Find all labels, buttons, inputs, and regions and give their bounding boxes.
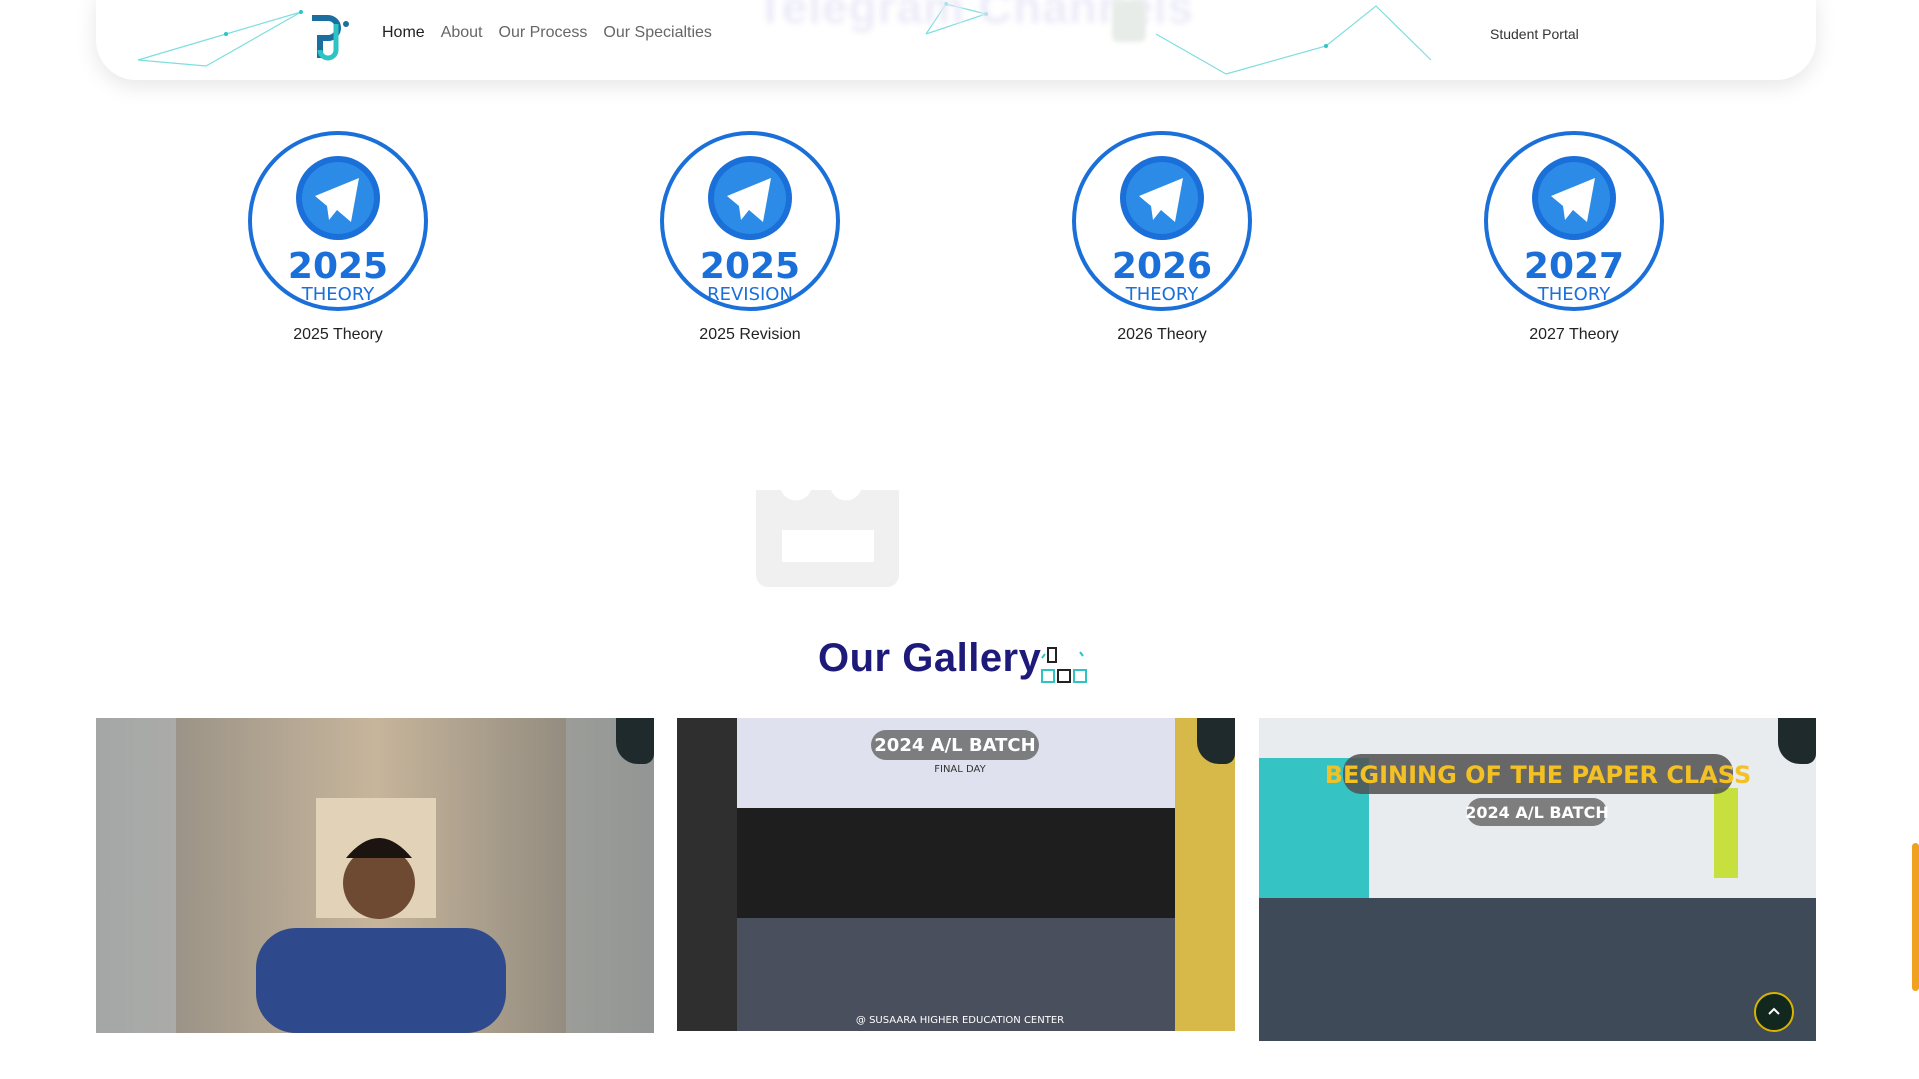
nav-about[interactable]: About (441, 24, 483, 42)
watermark-logo-icon (616, 718, 654, 764)
chevron-up-icon (1768, 1007, 1780, 1015)
channel-caption: 2026 Theory (1117, 326, 1207, 343)
badge-year: 2025 (700, 246, 800, 287)
main-nav: Home About Our Process Our Specialties (382, 24, 712, 42)
nav-our-process[interactable]: Our Process (499, 24, 588, 42)
channel-card-2026-theory[interactable]: 2026 THEORY 2026 Theory (1071, 130, 1253, 344)
batch-photo: 2024 A/L BATCH FINAL DAY @ SUSAARA HIGHE… (677, 718, 1235, 1031)
telegram-badge-icon: 2025 REVISION (660, 131, 840, 311)
badge-type: THEORY (301, 284, 375, 305)
badge-type: REVISION (707, 284, 793, 305)
image-overlay-title: BEGINING OF THE PAPER CLASS (1325, 761, 1752, 789)
faded-graphic (1112, 0, 1146, 42)
student-portal-link[interactable]: Student Portal (1490, 26, 1579, 42)
navbar: Telegram Channels Home About Our Process… (96, 0, 1816, 80)
image-overlay-subtitle: FINAL DAY (934, 764, 986, 775)
gallery-image-batch[interactable]: 2024 A/L BATCH FINAL DAY @ SUSAARA HIGHE… (677, 718, 1235, 1031)
channel-caption: 2025 Revision (699, 326, 801, 343)
badge-year: 2026 (1112, 246, 1212, 287)
gallery-decoration-icon (1041, 647, 1087, 683)
telegram-badge-icon: 2026 THEORY (1072, 131, 1252, 311)
gallery-title: Our Gallery (818, 636, 1042, 680)
doctor-photo (96, 718, 654, 1033)
gallery-image-doctor[interactable] (96, 718, 654, 1033)
scroll-to-top-button[interactable] (1754, 992, 1794, 1032)
channel-card-2025-theory[interactable]: 2025 THEORY 2025 Theory (247, 130, 429, 344)
classroom-photo: BEGINING OF THE PAPER CLASS 2024 A/L BAT… (1259, 718, 1816, 1041)
gallery-image-classroom[interactable]: BEGINING OF THE PAPER CLASS 2024 A/L BAT… (1259, 718, 1816, 1041)
channel-card-2025-revision[interactable]: 2025 REVISION 2025 Revision (659, 130, 841, 344)
badge-type: THEORY (1125, 284, 1199, 305)
site-logo[interactable] (306, 14, 352, 64)
watermark-logo-icon (1197, 718, 1235, 764)
nav-home[interactable]: Home (382, 24, 425, 42)
channel-caption: 2027 Theory (1529, 326, 1619, 343)
image-overlay-title: 2024 A/L BATCH (874, 735, 1035, 756)
badge-year: 2027 (1524, 246, 1624, 287)
badge-type: THEORY (1537, 284, 1611, 305)
image-footer: @ SUSAARA HIGHER EDUCATION CENTER (856, 1015, 1064, 1026)
scrollbar-thumb[interactable] (1912, 843, 1919, 991)
telegram-badge-icon: 2027 THEORY (1484, 131, 1664, 311)
channel-caption: 2025 Theory (293, 326, 383, 343)
telegram-badge-icon: 2025 THEORY (248, 131, 428, 311)
watermark-logo-icon (1778, 718, 1816, 764)
badge-year: 2025 (288, 246, 388, 287)
placeholder-graphic (756, 490, 899, 587)
nav-our-specialties[interactable]: Our Specialties (603, 24, 712, 42)
channel-card-2027-theory[interactable]: 2027 THEORY 2027 Theory (1483, 130, 1665, 344)
image-overlay-subtitle: 2024 A/L BATCH (1465, 803, 1608, 822)
